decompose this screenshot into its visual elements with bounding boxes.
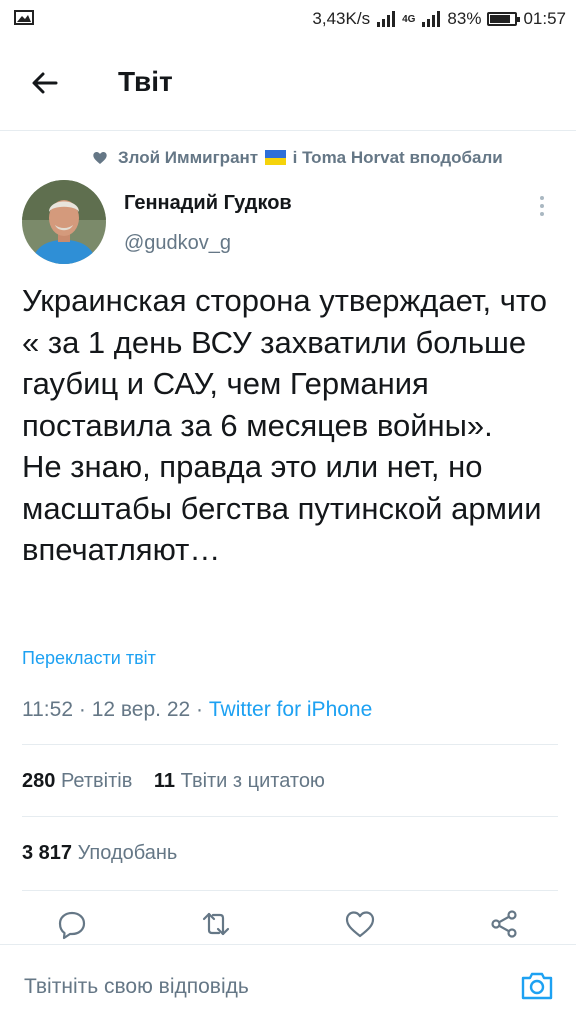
status-bar-right: 3,43K/s 4G 83% 01:57 bbox=[312, 0, 566, 38]
divider bbox=[22, 744, 558, 745]
share-icon[interactable] bbox=[488, 908, 520, 940]
retweets-stat[interactable]: 280 Ретвітів bbox=[22, 770, 132, 792]
more-vertical-icon[interactable] bbox=[538, 194, 546, 218]
retweets-count: 280 bbox=[22, 770, 56, 792]
tweet-text: Украинская сторона утверждает, что « за … bbox=[22, 283, 548, 567]
gallery-notification-icon bbox=[14, 10, 34, 25]
social-context[interactable]: Злой Иммигрант і Toma Horvat вподобали bbox=[92, 148, 503, 168]
ukraine-flag-icon bbox=[264, 150, 286, 165]
quotes-label: Твіти з цитатою bbox=[180, 770, 325, 792]
clock: 01:57 bbox=[523, 9, 566, 28]
battery-percent: 83% bbox=[447, 9, 482, 28]
status-bar: 3,43K/s 4G 83% 01:57 bbox=[0, 0, 576, 38]
top-app-bar: Твіт bbox=[0, 38, 576, 131]
meta-separator-2: · bbox=[196, 698, 204, 721]
network-speed: 3,43K/s bbox=[312, 9, 371, 28]
heart-icon bbox=[93, 152, 107, 164]
author-name[interactable]: Геннадий Гудков bbox=[124, 192, 292, 215]
translate-tweet-link[interactable]: Перекласти твіт bbox=[22, 648, 156, 669]
like-icon[interactable] bbox=[344, 908, 376, 940]
reply-input[interactable]: Твітніть свою відповідь bbox=[24, 975, 249, 999]
tweet-source-link[interactable]: Twitter for iPhone bbox=[209, 698, 372, 721]
likes-label: Уподобань bbox=[77, 842, 178, 864]
avatar[interactable] bbox=[22, 180, 106, 264]
author-handle[interactable]: @gudkov_g bbox=[124, 232, 231, 255]
reply-composer-bar: Твітніть свою відповідь bbox=[0, 944, 576, 1025]
battery-fill bbox=[490, 15, 511, 23]
likes-stat[interactable]: 3 817 Уподобань bbox=[22, 842, 177, 865]
meta-separator: · bbox=[78, 698, 86, 721]
tweet-time: 11:52 bbox=[22, 698, 73, 721]
page-title: Твіт bbox=[118, 66, 173, 97]
quotes-count: 11 bbox=[153, 770, 176, 792]
back-arrow-icon[interactable] bbox=[30, 68, 60, 98]
tweet-timestamp: 11:52 · 12 вер. 22 · Twitter for iPhone bbox=[22, 698, 372, 722]
divider-3 bbox=[22, 890, 558, 891]
liked-action: вподобали bbox=[409, 148, 503, 167]
liked-by-user-two[interactable]: Toma Horvat bbox=[302, 148, 405, 167]
liked-by-connector: і bbox=[292, 148, 298, 167]
quotes-stat[interactable]: 11 Твіти з цитатою bbox=[154, 770, 325, 792]
likes-count: 3 817 bbox=[22, 842, 73, 864]
reply-icon[interactable] bbox=[56, 908, 88, 940]
camera-icon[interactable] bbox=[520, 969, 554, 1001]
retweet-icon[interactable] bbox=[200, 908, 232, 940]
retweet-stats: 280 Ретвітів 11 Твіти з цитатою bbox=[22, 770, 325, 793]
tweet-date: 12 вер. 22 bbox=[91, 698, 191, 721]
battery-icon bbox=[487, 12, 521, 26]
retweets-label: Ретвітів bbox=[60, 770, 133, 792]
divider-2 bbox=[22, 816, 558, 817]
network-type: 4G bbox=[402, 13, 416, 25]
liked-by-user-one[interactable]: Злой Иммигрант bbox=[118, 148, 258, 167]
signal-icon bbox=[377, 11, 396, 27]
signal-icon-2 bbox=[422, 11, 441, 27]
avatar-image bbox=[22, 180, 106, 264]
